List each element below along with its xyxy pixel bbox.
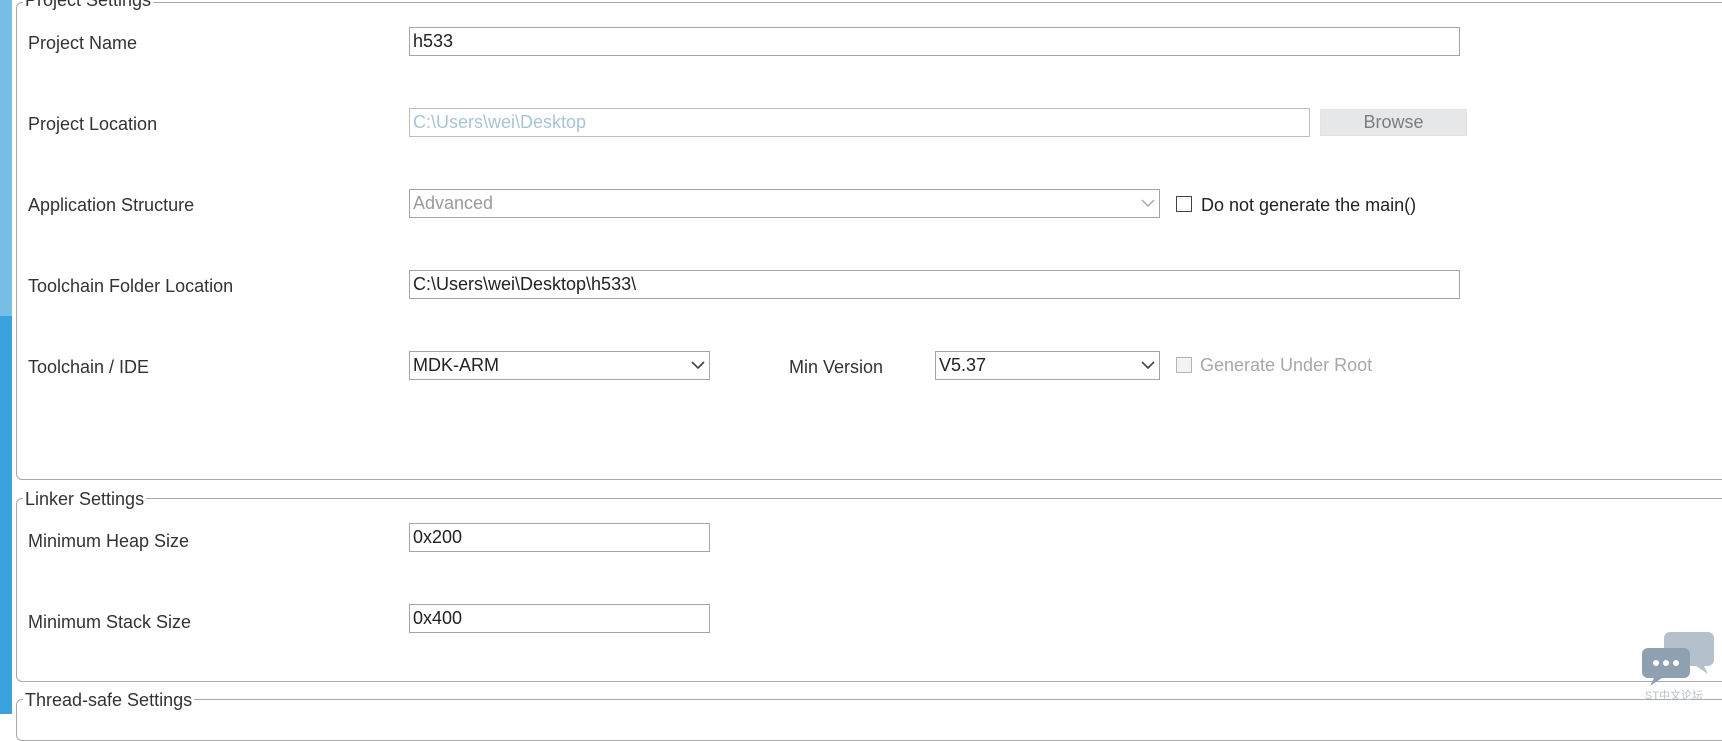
project-settings-group: Project Settings: [16, 0, 1722, 480]
min-version-label: Min Version: [789, 357, 884, 377]
application-structure-label: Application Structure: [28, 195, 195, 215]
project-settings-title: Project Settings: [23, 0, 154, 11]
chevron-down-icon: [1141, 360, 1155, 372]
linker-settings-title: Linker Settings: [23, 488, 147, 510]
application-structure-value: Advanced: [413, 193, 494, 213]
left-strip-light: [0, 0, 12, 316]
minimum-heap-input[interactable]: 0x200: [409, 523, 710, 552]
toolchain-folder-input[interactable]: C:\Users\wei\Desktop\h533\: [409, 270, 1460, 299]
thread-safe-settings-title: Thread-safe Settings: [23, 689, 195, 711]
project-location-input[interactable]: C:\Users\wei\Desktop: [409, 108, 1310, 137]
do-not-generate-main-checkbox[interactable]: [1176, 196, 1192, 212]
generate-under-root-label: Generate Under Root: [1200, 355, 1373, 375]
linker-settings-group: Linker Settings: [16, 488, 1722, 682]
watermark-text: ST中文论坛: [1645, 690, 1704, 702]
toolchain-ide-value: MDK-ARM: [413, 355, 499, 375]
toolchain-folder-label: Toolchain Folder Location: [28, 276, 234, 296]
minimum-stack-label: Minimum Stack Size: [28, 612, 192, 632]
browse-button[interactable]: Browse: [1320, 109, 1467, 136]
min-version-value: V5.37: [939, 355, 987, 375]
project-location-label: Project Location: [28, 114, 158, 134]
min-version-select[interactable]: V5.37: [935, 351, 1160, 380]
toolchain-ide-label: Toolchain / IDE: [28, 357, 150, 377]
chevron-down-icon: [1141, 198, 1155, 210]
thread-safe-settings-group: Thread-safe Settings: [16, 689, 1722, 741]
project-name-label: Project Name: [28, 33, 138, 53]
left-strip-dark: [0, 316, 12, 714]
minimum-stack-input[interactable]: 0x400: [409, 604, 710, 633]
toolchain-ide-select[interactable]: MDK-ARM: [409, 351, 710, 380]
application-structure-select[interactable]: Advanced: [409, 189, 1160, 218]
generate-under-root-checkbox[interactable]: [1176, 357, 1192, 373]
project-name-input[interactable]: h533: [409, 27, 1460, 56]
do-not-generate-main-label: Do not generate the main(): [1201, 195, 1417, 215]
left-accent-strip: [0, 0, 12, 714]
minimum-heap-label: Minimum Heap Size: [28, 531, 190, 551]
chevron-down-icon: [691, 360, 705, 372]
